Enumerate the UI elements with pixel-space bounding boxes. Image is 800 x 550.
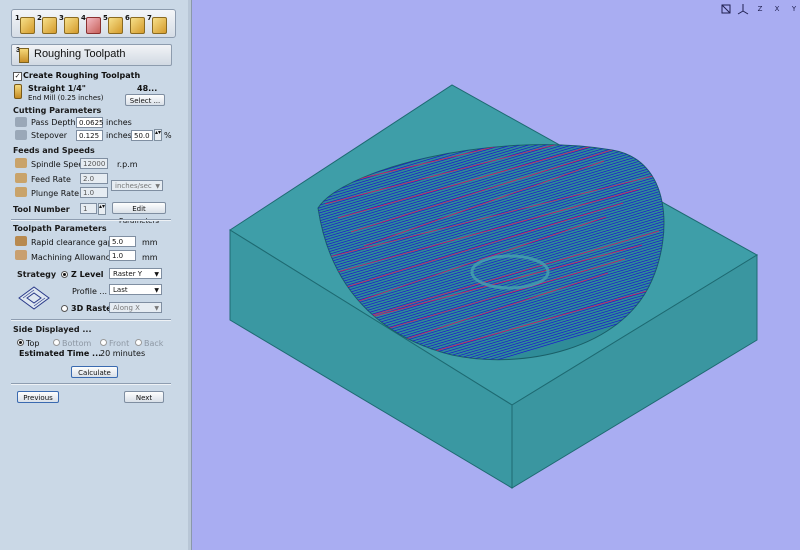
spindle-unit: r.p.m [117, 160, 138, 169]
step-2-button[interactable]: 2 [36, 13, 57, 35]
model-render [229, 84, 758, 489]
feeds-speeds-header: Feeds and Speeds [13, 146, 95, 155]
plunge-rate-icon [15, 187, 27, 197]
step-7-icon [152, 16, 167, 34]
tool-number-display: 48... [137, 84, 158, 93]
step-3-icon [64, 16, 79, 34]
calculate-button[interactable]: Calculate [71, 366, 118, 378]
chevron-down-icon: ▼ [155, 183, 160, 190]
feed-rate-input[interactable]: 2.0 [80, 173, 108, 184]
pass-depth-icon [15, 117, 27, 127]
3d-raster-select[interactable]: Along X ▼ [109, 302, 162, 313]
side-back-label: Back [144, 339, 164, 348]
z-level-pattern-select[interactable]: Raster Y ▼ [109, 268, 162, 279]
machining-allowance-unit: mm [142, 253, 158, 262]
step-6-button[interactable]: 6 [124, 13, 145, 35]
machining-allowance-label: Machining Allowance [31, 253, 116, 262]
z-level-label: Z Level [71, 270, 104, 279]
machining-allowance-input[interactable]: 1.0 [109, 250, 136, 261]
feed-rate-icon [15, 173, 27, 183]
spindle-icon [15, 158, 27, 168]
side-front-radio[interactable] [100, 339, 107, 346]
strategy-label: Strategy [17, 270, 57, 279]
next-button[interactable]: Next [124, 391, 164, 403]
create-roughing-checkbox[interactable]: ✓ [13, 72, 22, 81]
3d-viewport[interactable]: Z X Y [192, 0, 800, 550]
step-6-icon [130, 16, 145, 34]
rapid-clearance-label: Rapid clearance gap [31, 238, 113, 247]
section-divider [11, 219, 171, 221]
spindle-speed-input[interactable]: 12000 [80, 158, 108, 169]
stepover-label: Stepover [31, 131, 68, 140]
previous-button[interactable]: Previous [17, 391, 59, 403]
estimated-time-value: 20 minutes [100, 349, 146, 358]
stepover-spinner[interactable]: ▴▾ [154, 129, 162, 141]
stepover-percent-input[interactable]: 50.0 [131, 130, 153, 141]
panel-title: 3 Roughing Toolpath [11, 44, 172, 66]
select-tool-button[interactable]: Select ... [125, 94, 165, 106]
rapid-clearance-icon [15, 236, 27, 246]
roughing-tool-icon [19, 48, 29, 63]
section-divider [11, 383, 171, 385]
rate-unit-select[interactable]: inches/sec ▼ [111, 180, 163, 191]
step-5-icon [108, 16, 123, 34]
step-1-icon [20, 16, 35, 34]
step-3-button[interactable]: 3 [58, 13, 79, 35]
profile-select[interactable]: Last ▼ [109, 284, 162, 295]
edit-parameters-button[interactable]: Edit Parameters [112, 202, 166, 225]
toolpath-panel: 1 2 3 4 5 6 7 3 Roughing Toolpath ✓ Crea… [0, 0, 189, 550]
toolpath-parameters-header: Toolpath Parameters [13, 224, 107, 233]
end-mill-icon [14, 84, 22, 99]
plunge-rate-input[interactable]: 1.0 [80, 187, 108, 198]
pass-depth-input[interactable]: 0.0625 [76, 117, 104, 128]
tool-number-label: Tool Number [13, 205, 70, 214]
chevron-down-icon: ▼ [154, 287, 159, 294]
step-4-button[interactable]: 4 [80, 13, 101, 35]
pass-depth-label: Pass Depth [31, 118, 76, 127]
machining-allowance-icon [15, 250, 27, 260]
z-level-radio[interactable] [61, 271, 68, 278]
plunge-rate-label: Plunge Rate [31, 189, 80, 198]
feed-rate-label: Feed Rate [31, 175, 71, 184]
3d-raster-radio[interactable] [61, 305, 68, 312]
side-front-label: Front [109, 339, 130, 348]
create-roughing-label: Create Roughing Toolpath [23, 71, 141, 80]
chevron-down-icon: ▼ [154, 305, 159, 312]
side-displayed-header: Side Displayed ... [13, 325, 92, 334]
rapid-clearance-input[interactable]: 5.0 [109, 236, 136, 247]
estimated-time-label: Estimated Time ... [19, 349, 102, 358]
section-divider [11, 319, 171, 321]
tool-type: End Mill (0.25 inches) [28, 94, 104, 102]
side-bottom-label: Bottom [62, 339, 92, 348]
step-2-icon [42, 16, 57, 34]
cutting-parameters-header: Cutting Parameters [13, 106, 102, 115]
tool-number-spinner[interactable]: ▴▾ [98, 203, 106, 215]
wizard-steps-toolbar: 1 2 3 4 5 6 7 [11, 9, 176, 38]
profile-label: Profile ... [72, 287, 108, 296]
strategy-preview-icon [18, 286, 50, 310]
side-top-label: Top [26, 339, 40, 348]
pass-depth-unit: inches [106, 118, 132, 127]
stepover-unit: inches [106, 131, 132, 140]
side-bottom-radio[interactable] [53, 339, 60, 346]
rapid-clearance-unit: mm [142, 238, 158, 247]
chevron-down-icon: ▼ [154, 271, 159, 278]
stepover-input[interactable]: 0.125 [76, 130, 103, 141]
stepover-icon [15, 130, 27, 140]
tool-name: Straight 1/4" [28, 84, 86, 93]
tool-number-input[interactable]: 1 [80, 203, 97, 214]
step-5-button[interactable]: 5 [102, 13, 123, 35]
step-7-button[interactable]: 7 [146, 13, 167, 35]
step-4-icon [86, 16, 101, 34]
step-1-button[interactable]: 1 [14, 13, 35, 35]
percent-symbol: % [164, 131, 172, 140]
side-top-radio[interactable] [17, 339, 24, 346]
side-back-radio[interactable] [135, 339, 142, 346]
